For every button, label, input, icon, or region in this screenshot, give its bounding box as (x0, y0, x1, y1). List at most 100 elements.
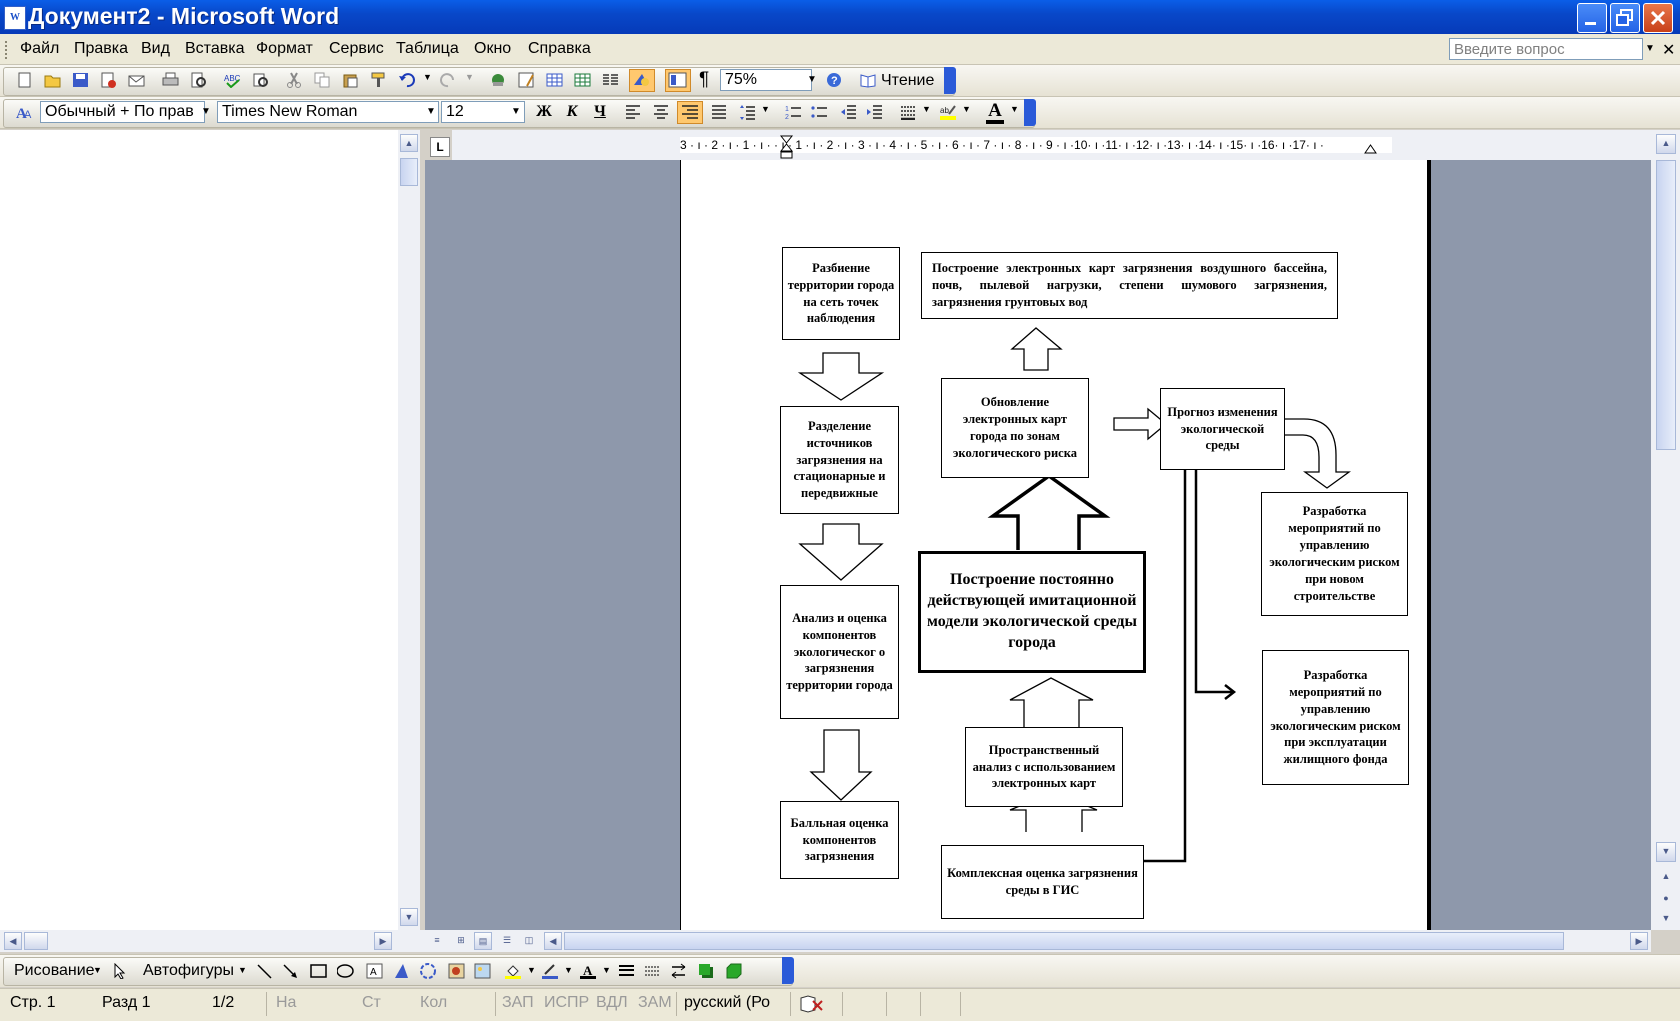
document-map-pane[interactable] (0, 130, 399, 930)
text-box-icon[interactable]: A (366, 963, 384, 979)
map-scroll-left-icon[interactable]: ◀ (4, 932, 22, 950)
permission-icon[interactable] (100, 72, 118, 88)
status-extend[interactable]: ВДЛ (596, 994, 628, 1012)
undo-icon[interactable] (398, 72, 416, 88)
print-icon[interactable] (162, 72, 180, 88)
menu-file[interactable]: Файл (20, 40, 59, 58)
zoom-combo[interactable]: 75% (720, 69, 812, 91)
drawing-toggle-button[interactable] (629, 69, 655, 92)
3d-style-icon[interactable] (726, 963, 744, 979)
cut-icon[interactable] (286, 72, 304, 88)
line-color-arrow-icon[interactable]: ▼ (564, 965, 573, 975)
style-combo[interactable]: Обычный + По прав (40, 101, 205, 123)
font-size-dropdown-arrow-icon[interactable]: ▼ (508, 101, 524, 123)
line-spacing-dropdown-icon[interactable]: ▼ (761, 104, 779, 120)
borders-icon[interactable] (900, 104, 918, 120)
menu-table[interactable]: Таблица (396, 40, 459, 58)
spelling-icon[interactable]: ABC (224, 72, 242, 88)
reading-layout-button[interactable]: Чтение (881, 72, 934, 90)
menu-format[interactable]: Формат (256, 40, 313, 58)
print-layout-icon[interactable]: ▤ (474, 932, 492, 950)
reading-layout-icon[interactable] (860, 72, 878, 88)
spelling-status-icon[interactable] (800, 995, 824, 1013)
help-icon[interactable]: ? (826, 72, 844, 88)
tab-selector[interactable]: L (430, 137, 450, 157)
right-indent-marker-icon[interactable] (1364, 141, 1378, 155)
insert-excel-icon[interactable] (574, 72, 592, 88)
hyperlink-icon[interactable] (490, 72, 508, 88)
doc-scroll-left-icon[interactable]: ◀ (544, 932, 562, 950)
ask-question-input[interactable]: Введите вопрос (1449, 38, 1643, 60)
ask-dropdown-arrow-icon[interactable]: ▼ (1643, 38, 1657, 60)
redo-icon[interactable] (440, 72, 458, 88)
autoshapes-button[interactable]: Автофигуры (143, 962, 234, 980)
redo-dropdown-icon[interactable]: ▼ (465, 72, 483, 88)
styles-formatting-icon[interactable]: AA (16, 104, 34, 120)
autoshapes-arrow-icon[interactable]: ▼ (238, 965, 247, 975)
highlight-dropdown-icon[interactable]: ▼ (962, 104, 980, 120)
doc-scroll-up-icon[interactable]: ▲ (1656, 134, 1676, 154)
font-color-button[interactable]: A (984, 100, 1006, 124)
italic-button[interactable]: К (561, 102, 583, 122)
drawing-font-color-icon[interactable]: A (580, 963, 598, 979)
doc-scroll-right-icon[interactable]: ▶ (1630, 932, 1648, 950)
document-hscrollbar[interactable]: ≡ ⊞ ▤ ☰ ◫ ◀ ▶ (420, 930, 1651, 952)
arrow-style-icon[interactable] (670, 963, 688, 979)
menu-window[interactable]: Окно (474, 40, 511, 58)
dash-style-icon[interactable] (644, 963, 662, 979)
doc-scroll-down-icon[interactable]: ▼ (1656, 842, 1676, 862)
toolbar-options-icon[interactable] (944, 67, 956, 94)
drawing-menu-arrow-icon[interactable]: ▼ (93, 965, 102, 975)
menu-edit[interactable]: Правка (74, 40, 128, 58)
document-area[interactable]: Разбиение территории города на сеть точе… (425, 160, 1651, 930)
print-preview-icon[interactable] (190, 72, 208, 88)
doc-hscroll-thumb[interactable] (564, 932, 1564, 950)
doc-scroll-thumb[interactable] (1656, 160, 1676, 450)
increase-indent-icon[interactable] (866, 104, 884, 120)
indent-marker-icon[interactable] (780, 135, 794, 161)
copy-icon[interactable] (314, 72, 332, 88)
map-scroll-down-icon[interactable]: ▼ (400, 908, 418, 926)
font-dropdown-arrow-icon[interactable]: ▼ (423, 101, 439, 123)
line-icon[interactable] (256, 963, 274, 979)
drawing-toolbar-options-icon[interactable] (782, 957, 794, 984)
clip-art-icon[interactable] (448, 963, 466, 979)
menu-tools[interactable]: Сервис (329, 40, 384, 58)
decrease-indent-icon[interactable] (840, 104, 858, 120)
web-layout-icon[interactable]: ⊞ (452, 932, 470, 950)
borders-dropdown-icon[interactable]: ▼ (922, 104, 940, 120)
drawing-font-color-arrow-icon[interactable]: ▼ (602, 965, 611, 975)
style-dropdown-arrow-icon[interactable]: ▼ (198, 101, 214, 123)
outline-view-icon[interactable]: ☰ (498, 932, 516, 950)
map-scroll-thumb[interactable] (400, 158, 418, 186)
previous-page-icon[interactable]: ▲ (1656, 868, 1676, 888)
menu-insert[interactable]: Вставка (185, 40, 244, 58)
select-objects-icon[interactable] (112, 963, 130, 979)
restore-button[interactable] (1610, 3, 1640, 33)
numbering-icon[interactable]: 12 (785, 104, 803, 120)
document-map-vscrollbar[interactable]: ▲ ▼ (398, 130, 420, 930)
new-document-icon[interactable] (16, 72, 34, 88)
status-language[interactable]: русский (Ро (684, 994, 770, 1012)
align-center-icon[interactable] (653, 104, 671, 120)
justify-icon[interactable] (711, 104, 729, 120)
wordart-icon[interactable] (394, 963, 412, 979)
insert-table-icon[interactable] (546, 72, 564, 88)
shadow-style-icon[interactable] (698, 963, 716, 979)
format-painter-icon[interactable] (370, 72, 388, 88)
align-right-button[interactable] (677, 101, 703, 124)
open-icon[interactable] (44, 72, 62, 88)
normal-view-icon[interactable]: ≡ (428, 932, 446, 950)
status-track-changes[interactable]: ИСПР (544, 994, 589, 1012)
reading-view-icon[interactable]: ◫ (520, 932, 538, 950)
document-map-button[interactable] (665, 69, 691, 92)
drawing-menu-button[interactable]: Рисование (14, 962, 95, 980)
picture-icon[interactable] (474, 963, 492, 979)
oval-icon[interactable] (337, 963, 355, 979)
save-icon[interactable] (72, 72, 90, 88)
diagram-icon[interactable] (420, 963, 438, 979)
close-document-icon[interactable]: ✕ (1662, 40, 1675, 60)
select-browse-object-icon[interactable]: ● (1656, 890, 1676, 910)
map-scroll-up-icon[interactable]: ▲ (400, 134, 418, 152)
minimize-button[interactable] (1577, 3, 1607, 33)
